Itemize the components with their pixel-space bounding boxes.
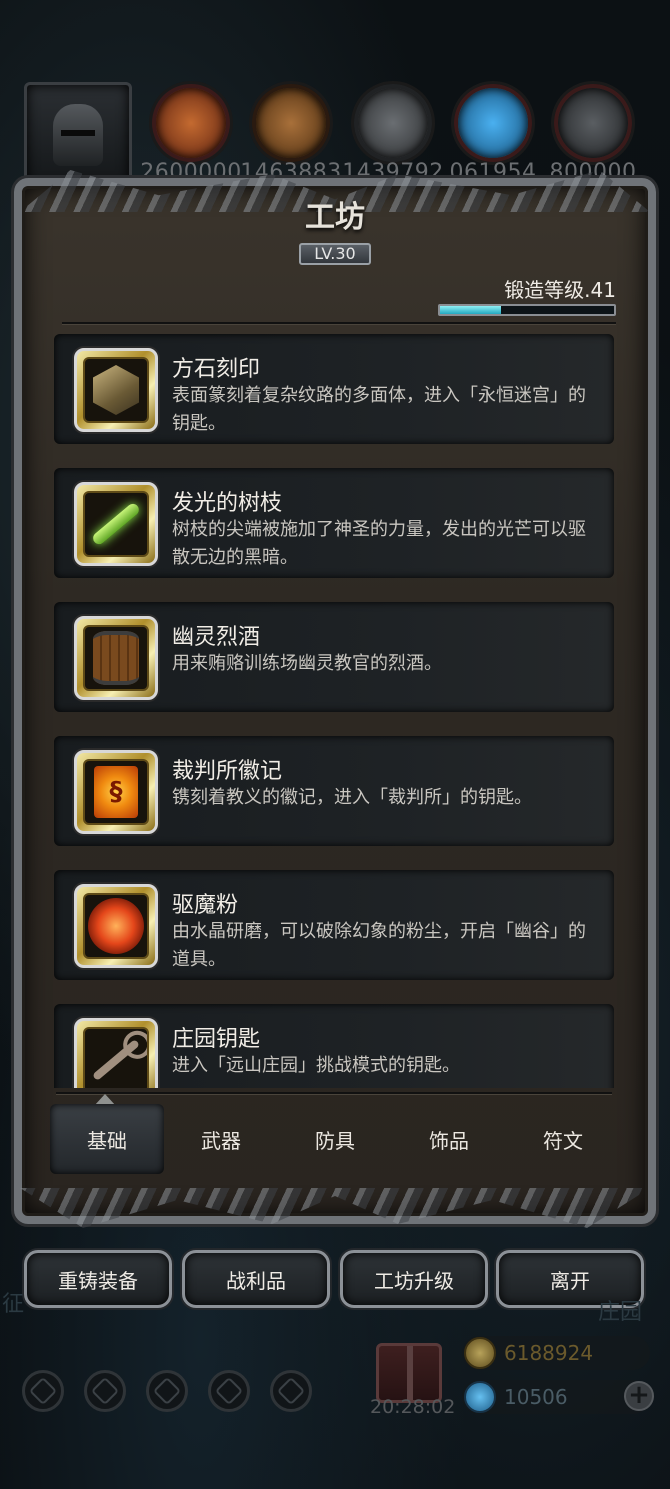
key-icon xyxy=(91,1038,141,1082)
item-icon-frame xyxy=(74,482,158,566)
divider xyxy=(56,1092,612,1094)
hero-portrait[interactable] xyxy=(24,82,132,188)
item-list[interactable]: 方石刻印 表面篆刻着复杂纹路的多面体，进入「永恒迷宫」的钥匙。 发光的树枝 树枝… xyxy=(54,332,614,1088)
crystal-resource-icon xyxy=(454,84,532,162)
list-item[interactable]: § 裁判所徽记 镌刻着教义的徽记，进入「裁判所」的钥匙。 xyxy=(54,736,614,846)
gold-value: 6188924 xyxy=(504,1341,594,1365)
add-gems-button[interactable]: + xyxy=(624,1381,654,1411)
item-description: 表面篆刻着复杂纹路的多面体，进入「永恒迷宫」的钥匙。 xyxy=(172,385,586,434)
item-icon-frame xyxy=(74,884,158,968)
forge-level-label: 锻造等级.41 xyxy=(504,278,616,302)
glowing-branch-icon xyxy=(90,501,142,547)
list-item[interactable]: 发光的树枝 树枝的尖端被施加了神圣的力量，发出的光芒可以驱散无边的黑暗。 xyxy=(54,468,614,578)
item-description: 树枝的尖端被施加了神圣的力量，发出的光芒可以驱散无边的黑暗。 xyxy=(172,519,586,568)
bag-icon[interactable] xyxy=(146,1370,188,1412)
steel-resource-icon xyxy=(554,84,632,162)
event-timer: 20:28:02 xyxy=(370,1396,456,1418)
item-name: 裁判所徽记 xyxy=(172,759,283,784)
divider xyxy=(62,322,616,324)
item-name: 驱魔粉 xyxy=(172,893,239,918)
gem-value: 10506 xyxy=(504,1385,568,1409)
workshop-upgrade-button[interactable]: 工坊升级 xyxy=(340,1250,488,1308)
forge-progress-fill xyxy=(440,306,501,314)
hud-label-right: 庄园 xyxy=(598,1300,643,1325)
guild-icon[interactable] xyxy=(270,1370,312,1412)
item-icon-frame xyxy=(74,348,158,432)
hud-label-left: 征 xyxy=(2,1292,25,1317)
forge-progress-bar xyxy=(438,304,616,316)
item-description: 用来贿赂训练场幽灵教官的烈酒。 xyxy=(172,653,442,674)
workshop-level-badge: LV.30 xyxy=(299,243,371,265)
stone-seal-icon xyxy=(93,365,139,415)
powder-icon xyxy=(88,898,144,954)
quest-icon[interactable] xyxy=(84,1370,126,1412)
barrel-icon xyxy=(93,631,139,685)
item-icon-frame xyxy=(74,1018,158,1088)
list-item[interactable]: 幽灵烈酒 用来贿赂训练场幽灵教官的烈酒。 xyxy=(54,602,614,712)
tab-basic[interactable]: 基础 xyxy=(50,1104,164,1174)
item-description: 镌刻着教义的徽记，进入「裁判所」的钥匙。 xyxy=(172,787,532,808)
iron-resource-icon xyxy=(354,84,432,162)
item-icon-frame: § xyxy=(74,750,158,834)
list-item[interactable]: 驱魔粉 由水晶研磨，可以破除幻象的粉尘，开启「幽谷」的道具。 xyxy=(54,870,614,980)
tab-accessories[interactable]: 饰品 xyxy=(392,1104,506,1174)
tab-armor[interactable]: 防具 xyxy=(278,1104,392,1174)
tab-weapons[interactable]: 武器 xyxy=(164,1104,278,1174)
panel-title: 工坊 xyxy=(305,200,365,235)
mail-icon[interactable] xyxy=(208,1370,250,1412)
ore-resource-icon xyxy=(152,84,230,162)
reforge-equipment-button[interactable]: 重铸装备 xyxy=(24,1250,172,1308)
list-item[interactable]: 方石刻印 表面篆刻着复杂纹路的多面体，进入「永恒迷宫」的钥匙。 xyxy=(54,334,614,444)
list-item[interactable]: 庄园钥匙 进入「远山庄园」挑战模式的钥匙。 xyxy=(54,1004,614,1088)
item-name: 发光的树枝 xyxy=(172,491,283,516)
item-name: 幽灵烈酒 xyxy=(172,625,261,650)
tab-runes[interactable]: 符文 xyxy=(506,1104,620,1174)
gem-icon xyxy=(464,1381,496,1413)
helmet-icon xyxy=(53,104,103,166)
emblem-icon: § xyxy=(94,766,138,818)
item-icon-frame xyxy=(74,616,158,700)
item-name: 方石刻印 xyxy=(172,357,261,382)
item-description: 由水晶研磨，可以破除幻象的粉尘，开启「幽谷」的道具。 xyxy=(172,921,586,970)
settings-icon[interactable] xyxy=(22,1370,64,1412)
gold-counter: 6188924 xyxy=(462,1336,650,1370)
item-name: 庄园钥匙 xyxy=(172,1027,261,1052)
wood-resource-icon xyxy=(252,84,330,162)
gold-coin-icon xyxy=(464,1337,496,1369)
gift-icon[interactable] xyxy=(376,1343,442,1403)
gem-counter: 10506 xyxy=(462,1380,650,1414)
loot-button[interactable]: 战利品 xyxy=(182,1250,330,1308)
item-description: 进入「远山庄园」挑战模式的钥匙。 xyxy=(172,1055,460,1076)
